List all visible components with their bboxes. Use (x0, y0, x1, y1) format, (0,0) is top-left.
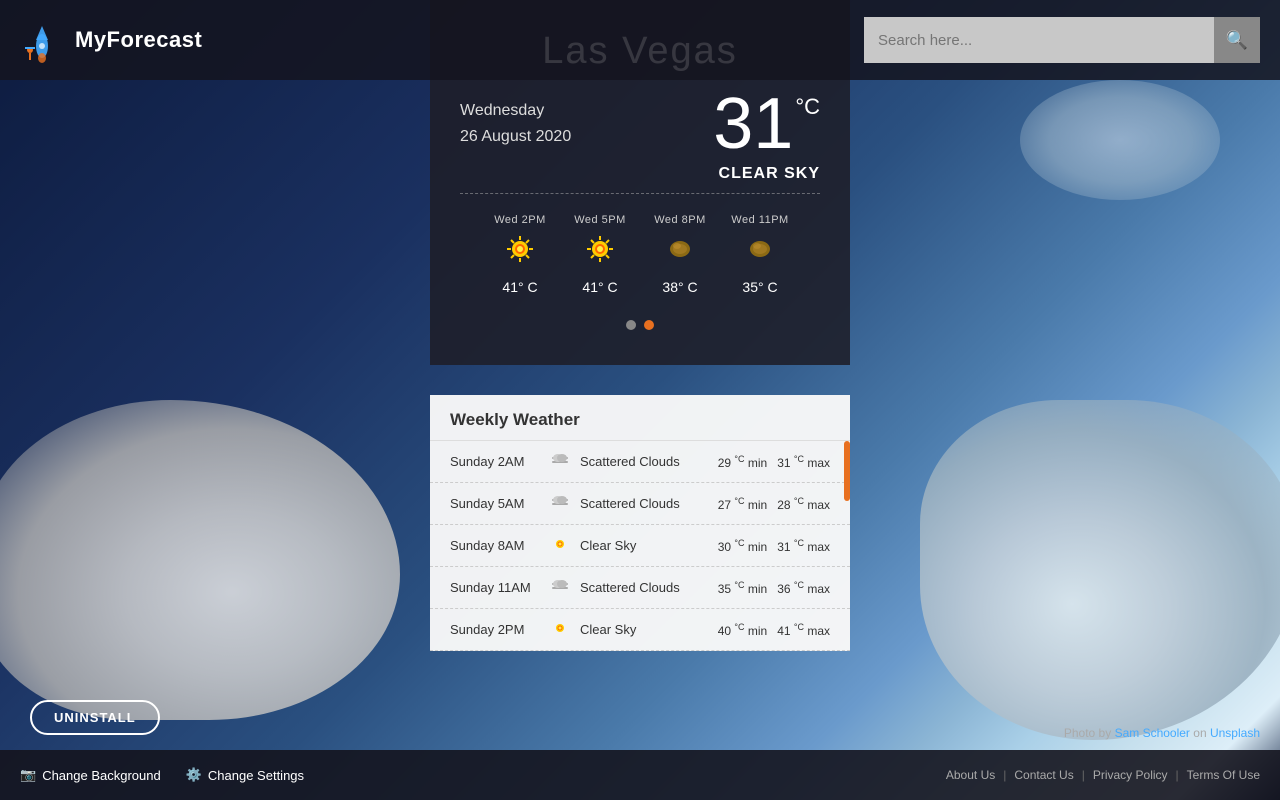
temperature-unit: °C (795, 96, 820, 118)
week-time-1: Sunday 5AM (450, 496, 540, 511)
footer-sep-1: | (1003, 768, 1006, 782)
week-temps-3: 35 °C min 36 °C max (718, 580, 830, 596)
terms-of-use-link[interactable]: Terms Of Use (1187, 768, 1260, 782)
week-row-4: Sunday 2PM Clear Sky 40 °C min 41 °C max (430, 609, 850, 651)
hour-label-3: Wed 11PM (720, 214, 800, 226)
footer-sep-3: | (1176, 768, 1179, 782)
photo-platform-link[interactable]: Unsplash (1210, 726, 1260, 740)
hour-icon-3 (720, 234, 800, 271)
app-name: MyForecast (75, 27, 202, 53)
bottom-bar: 📷 Change Background ⚙️ Change Settings A… (0, 750, 1280, 800)
hour-temp-2: 38° C (640, 279, 720, 295)
weather-condition: CLEAR SKY (713, 165, 820, 183)
logo-area: MyForecast (20, 18, 202, 63)
temperature-display: 31 °C (713, 88, 820, 160)
hour-label-2: Wed 8PM (640, 214, 720, 226)
hour-icon-0 (480, 234, 560, 271)
weather-main: Wednesday 26 August 2020 31 °C CLEAR SKY (460, 88, 820, 183)
change-background-label: Change Background (42, 768, 161, 783)
photo-author-link[interactable]: Sam Schooler (1115, 726, 1190, 740)
week-icon-3 (550, 579, 570, 596)
camera-icon: 📷 (20, 767, 36, 783)
change-background-button[interactable]: 📷 Change Background (20, 767, 161, 783)
week-row-0: Sunday 2AM Scattered Clouds 29 °C min 31… (430, 441, 850, 483)
about-us-link[interactable]: About Us (946, 768, 995, 782)
photo-credit-prefix: Photo by (1064, 726, 1115, 740)
change-settings-label: Change Settings (208, 768, 304, 783)
week-temps-2: 30 °C min 31 °C max (718, 538, 830, 554)
photo-on-text: on (1193, 726, 1210, 740)
week-time-3: Sunday 11AM (450, 580, 540, 595)
hour-item-0: Wed 2PM (480, 214, 560, 295)
temperature-value: 31 (713, 88, 793, 160)
divider (460, 193, 820, 194)
hour-temp-1: 41° C (560, 279, 640, 295)
scroll-indicator (844, 441, 850, 501)
photo-credit: Photo by Sam Schooler on Unsplash (1064, 726, 1260, 740)
week-time-0: Sunday 2AM (450, 454, 540, 469)
week-condition-4: Clear Sky (580, 622, 708, 637)
hourly-forecast-row: Wed 2PM (460, 204, 820, 310)
week-row-2: Sunday 8AM Clear Sky 30 °C min 31 °C max (430, 525, 850, 567)
top-bar: MyForecast 🔍 (0, 0, 1280, 80)
slide-indicators (460, 310, 820, 345)
search-icon: 🔍 (1226, 30, 1248, 51)
hour-icon-1 (560, 234, 640, 271)
bottom-left-controls: 📷 Change Background ⚙️ Change Settings (20, 767, 304, 783)
week-temps-4: 40 °C min 41 °C max (718, 622, 830, 638)
contact-us-link[interactable]: Contact Us (1014, 768, 1073, 782)
privacy-policy-link[interactable]: Privacy Policy (1093, 768, 1168, 782)
week-row-1: Sunday 5AM Scattered Clouds 27 °C min 28… (430, 483, 850, 525)
cloud-decoration-right (920, 400, 1280, 740)
week-condition-3: Scattered Clouds (580, 580, 708, 595)
week-icon-0 (550, 453, 570, 470)
hour-item-3: Wed 11PM 35° C (720, 214, 800, 295)
hour-item-2: Wed 8PM 38° C (640, 214, 720, 295)
dot-1[interactable] (626, 320, 636, 330)
footer-links: About Us | Contact Us | Privacy Policy |… (946, 768, 1260, 782)
date-full: 26 August 2020 (460, 124, 571, 150)
week-condition-2: Clear Sky (580, 538, 708, 553)
hour-label-0: Wed 2PM (480, 214, 560, 226)
week-condition-1: Scattered Clouds (580, 496, 708, 511)
uninstall-button[interactable]: UNINSTALL (30, 700, 160, 735)
week-temps-1: 27 °C min 28 °C max (718, 496, 830, 512)
gear-icon: ⚙️ (186, 767, 202, 783)
hour-temp-3: 35° C (720, 279, 800, 295)
week-icon-4 (550, 621, 570, 638)
weekly-section: Weekly Weather Sunday 2AM Scattered Clou… (430, 395, 850, 651)
week-row-3: Sunday 11AM Scattered Clouds 35 °C min 3… (430, 567, 850, 609)
week-icon-2 (550, 537, 570, 554)
temp-condition: 31 °C CLEAR SKY (713, 88, 820, 183)
footer-sep-2: | (1082, 768, 1085, 782)
hour-temp-0: 41° C (480, 279, 560, 295)
date-info: Wednesday 26 August 2020 (460, 98, 571, 149)
cloud-decoration-top-right (1020, 80, 1220, 200)
search-button[interactable]: 🔍 (1214, 17, 1260, 63)
week-icon-1 (550, 495, 570, 512)
day-name: Wednesday (460, 98, 571, 124)
weekly-header: Weekly Weather (430, 395, 850, 441)
hour-icon-2 (640, 234, 720, 271)
hour-label-1: Wed 5PM (560, 214, 640, 226)
weekly-list[interactable]: Sunday 2AM Scattered Clouds 29 °C min 31… (430, 441, 850, 651)
hour-item-1: Wed 5PM 4 (560, 214, 640, 295)
dot-2[interactable] (644, 320, 654, 330)
week-temps-0: 29 °C min 31 °C max (718, 454, 830, 470)
search-area: 🔍 (864, 17, 1260, 63)
week-time-2: Sunday 8AM (450, 538, 540, 553)
search-input[interactable] (864, 17, 1214, 63)
week-condition-0: Scattered Clouds (580, 454, 708, 469)
week-time-4: Sunday 2PM (450, 622, 540, 637)
app-logo-icon (20, 18, 65, 63)
change-settings-button[interactable]: ⚙️ Change Settings (186, 767, 304, 783)
